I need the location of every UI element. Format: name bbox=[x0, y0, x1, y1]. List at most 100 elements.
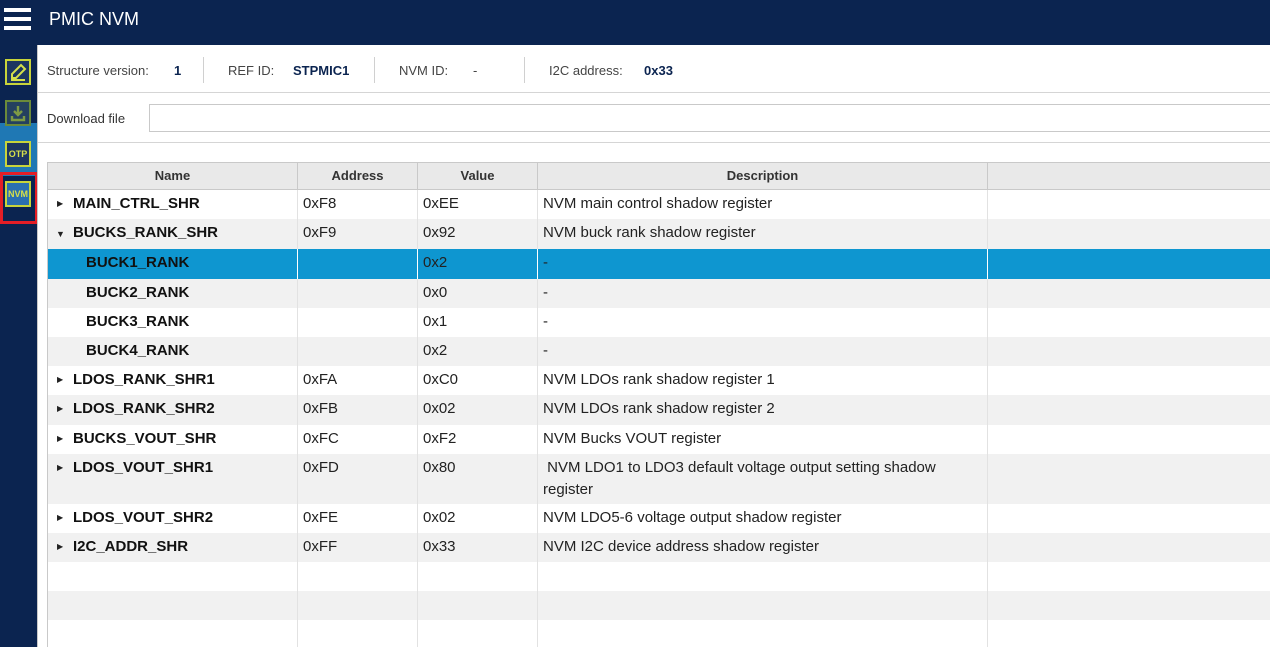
row-description: NVM buck rank shadow register bbox=[543, 224, 756, 241]
row-address: 0xFD bbox=[303, 459, 339, 476]
expand-arrow-icon[interactable]: ▶ bbox=[57, 199, 63, 208]
divider bbox=[203, 57, 204, 83]
table-row[interactable]: ▶ LDOS_VOUT_SHR2 0xFE 0x02 NVM LDO5-6 vol… bbox=[48, 504, 1270, 533]
row-name: BUCK4_RANK bbox=[86, 342, 190, 359]
sidebar-item-download[interactable] bbox=[4, 99, 32, 127]
expand-arrow-icon[interactable]: ▶ bbox=[57, 404, 63, 413]
nvm-id-label: NVM ID: bbox=[399, 63, 449, 78]
row-value[interactable]: 0xF2 bbox=[423, 430, 456, 447]
sidebar-otp-label: OTP bbox=[8, 149, 28, 159]
row-address: 0xFE bbox=[303, 509, 339, 526]
row-description: NVM main control shadow register bbox=[543, 195, 773, 212]
empty-row bbox=[48, 591, 1270, 620]
collapse-arrow-icon[interactable]: ▼ bbox=[56, 229, 65, 239]
empty-row bbox=[48, 562, 1270, 591]
row-description: - bbox=[543, 284, 548, 301]
row-description: - bbox=[543, 342, 548, 359]
nvm-id-value: - bbox=[473, 63, 478, 78]
column-header-description[interactable]: Description bbox=[538, 163, 988, 189]
row-description: NVM LDOs rank shadow register 2 bbox=[543, 400, 775, 417]
table-row[interactable]: ▶ LDOS_RANK_SHR1 0xFA 0xC0 NVM LDOs rank … bbox=[48, 366, 1270, 395]
column-header-name[interactable]: Name bbox=[48, 163, 298, 189]
row-description: NVM LDO1 to LDO3 default voltage output … bbox=[543, 459, 940, 498]
row-name: LDOS_RANK_SHR2 bbox=[73, 400, 215, 417]
row-value[interactable]: 0x33 bbox=[423, 538, 456, 555]
table-row[interactable]: ▶ LDOS_VOUT_SHR1 0xFD 0x80 NVM LDO1 to LD… bbox=[48, 454, 1270, 504]
structure-version-value: 1 bbox=[174, 63, 182, 78]
row-value[interactable]: 0x2 bbox=[423, 254, 447, 271]
sidebar-item-edit[interactable] bbox=[4, 58, 32, 86]
table-row[interactable]: ▶ I2C_ADDR_SHR 0xFF 0x33 NVM I2C device a… bbox=[48, 533, 1270, 562]
ref-id-label: REF ID: bbox=[228, 63, 275, 78]
edit-icon bbox=[5, 59, 31, 85]
otp-icon: OTP bbox=[5, 141, 31, 167]
row-value[interactable]: 0x92 bbox=[423, 224, 456, 241]
row-value[interactable]: 0xEE bbox=[423, 195, 459, 212]
row-description: NVM LDOs rank shadow register 1 bbox=[543, 371, 775, 388]
row-name: I2C_ADDR_SHR bbox=[73, 538, 189, 555]
expand-arrow-icon[interactable]: ▶ bbox=[57, 463, 63, 472]
row-name: BUCKS_RANK_SHR bbox=[73, 224, 219, 241]
row-address: 0xFC bbox=[303, 430, 339, 447]
empty-row bbox=[48, 620, 1270, 647]
download-file-label: Download file bbox=[47, 111, 126, 126]
row-description: NVM LDO5-6 voltage output shadow registe… bbox=[543, 509, 842, 526]
i2c-address-label: I2C address: bbox=[549, 63, 623, 78]
row-name: BUCK1_RANK bbox=[86, 254, 190, 271]
row-value[interactable]: 0x02 bbox=[423, 509, 456, 526]
row-address: 0xFF bbox=[303, 538, 338, 555]
row-value[interactable]: 0x2 bbox=[423, 342, 447, 359]
row-address: 0xF9 bbox=[303, 224, 337, 241]
table-header: Name Address Value Description bbox=[48, 163, 1270, 190]
row-name: BUCK3_RANK bbox=[86, 313, 190, 330]
row-value[interactable]: 0x1 bbox=[423, 313, 447, 330]
expand-arrow-icon[interactable]: ▶ bbox=[57, 542, 63, 551]
row-name: LDOS_RANK_SHR1 bbox=[73, 371, 215, 388]
row-name: BUCKS_VOUT_SHR bbox=[73, 430, 217, 447]
column-header-value[interactable]: Value bbox=[418, 163, 538, 189]
menu-icon[interactable] bbox=[4, 8, 31, 30]
i2c-address-value: 0x33 bbox=[644, 63, 673, 78]
table-row[interactable]: BUCK2_RANK 0x0 - bbox=[48, 279, 1270, 308]
expand-arrow-icon[interactable]: ▶ bbox=[57, 513, 63, 522]
structure-version-label: Structure version: bbox=[47, 63, 149, 78]
row-value[interactable]: 0x02 bbox=[423, 400, 456, 417]
ref-id-value: STPMIC1 bbox=[293, 63, 350, 78]
row-name: LDOS_VOUT_SHR1 bbox=[73, 459, 214, 476]
row-address: 0xF8 bbox=[303, 195, 337, 212]
download-icon bbox=[5, 100, 31, 126]
row-name: LDOS_VOUT_SHR2 bbox=[73, 509, 214, 526]
table-row[interactable]: ▶ LDOS_RANK_SHR2 0xFB 0x02 NVM LDOs rank … bbox=[48, 395, 1270, 425]
sidebar-item-otp[interactable]: OTP bbox=[4, 140, 32, 168]
row-address: 0xFB bbox=[303, 400, 339, 417]
row-value[interactable]: 0x0 bbox=[423, 284, 447, 301]
download-row: Download file bbox=[38, 93, 1270, 143]
row-description: NVM Bucks VOUT register bbox=[543, 430, 722, 447]
table-row[interactable]: ▶ BUCKS_VOUT_SHR 0xFC 0xF2 NVM Bucks VOUT… bbox=[48, 425, 1270, 454]
row-name: MAIN_CTRL_SHR bbox=[73, 195, 200, 212]
divider bbox=[374, 57, 375, 83]
table-row-selected[interactable]: BUCK1_RANK 0x2 - bbox=[48, 249, 1270, 279]
row-description: - bbox=[543, 313, 548, 330]
column-header-address[interactable]: Address bbox=[298, 163, 418, 189]
column-header-empty bbox=[988, 163, 1270, 189]
row-address: 0xFA bbox=[303, 371, 338, 388]
expand-arrow-icon[interactable]: ▶ bbox=[57, 434, 63, 443]
row-description: - bbox=[543, 254, 548, 271]
row-name: BUCK2_RANK bbox=[86, 284, 190, 301]
download-file-input[interactable] bbox=[149, 104, 1270, 132]
info-row: Structure version: 1 REF ID: STPMIC1 NVM… bbox=[38, 45, 1270, 93]
table-row[interactable]: ▼ BUCKS_RANK_SHR 0xF9 0x92 NVM buck rank … bbox=[48, 219, 1270, 249]
register-table: Name Address Value Description ▶ MAIN_CTR… bbox=[47, 162, 1270, 647]
title-bar: PMIC NVM bbox=[0, 0, 1270, 45]
table-row[interactable]: ▶ MAIN_CTRL_SHR 0xF8 0xEE NVM main contro… bbox=[48, 190, 1270, 219]
app-title: PMIC NVM bbox=[49, 9, 139, 29]
expand-arrow-icon[interactable]: ▶ bbox=[57, 375, 63, 384]
divider bbox=[524, 57, 525, 83]
table-row[interactable]: BUCK4_RANK 0x2 - bbox=[48, 337, 1270, 366]
nvm-highlight-box bbox=[0, 172, 38, 224]
row-value[interactable]: 0x80 bbox=[423, 459, 456, 476]
row-description: NVM I2C device address shadow register bbox=[543, 538, 819, 555]
table-row[interactable]: BUCK3_RANK 0x1 - bbox=[48, 308, 1270, 337]
row-value[interactable]: 0xC0 bbox=[423, 371, 458, 388]
